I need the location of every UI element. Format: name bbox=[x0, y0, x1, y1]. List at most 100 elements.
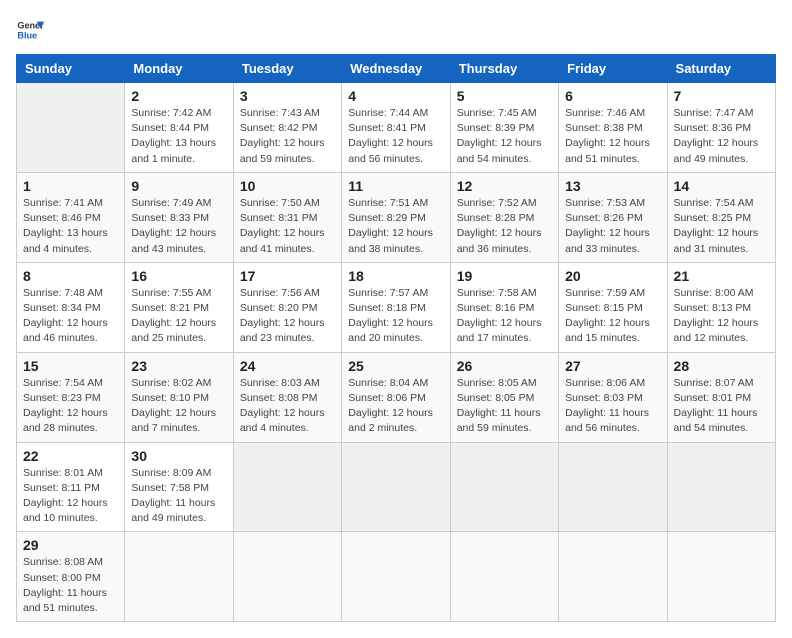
day-number: 14 bbox=[674, 178, 769, 194]
calendar-cell: 7 Sunrise: 7:47 AMSunset: 8:36 PMDaylight… bbox=[667, 83, 775, 173]
day-info: Sunrise: 7:49 AMSunset: 8:33 PMDaylight:… bbox=[131, 196, 226, 257]
calendar-week-row: 22Sunrise: 8:01 AMSunset: 8:11 PMDayligh… bbox=[17, 442, 776, 532]
day-info: Sunrise: 7:58 AMSunset: 8:16 PMDaylight:… bbox=[457, 286, 552, 347]
day-number: 12 bbox=[457, 178, 552, 194]
day-number: 28 bbox=[674, 358, 769, 374]
day-number: 7 bbox=[674, 88, 769, 104]
calendar-cell: 25 Sunrise: 8:04 AMSunset: 8:06 PMDayligh… bbox=[342, 352, 450, 442]
day-number: 26 bbox=[457, 358, 552, 374]
day-info: Sunrise: 7:41 AMSunset: 8:46 PMDaylight:… bbox=[23, 196, 118, 257]
day-number: 19 bbox=[457, 268, 552, 284]
logo: General Blue bbox=[16, 16, 48, 44]
day-number: 29 bbox=[23, 537, 118, 553]
calendar-cell: 28 Sunrise: 8:07 AMSunset: 8:01 PMDayligh… bbox=[667, 352, 775, 442]
calendar-week-row: 15 Sunrise: 7:54 AMSunset: 8:23 PMDayligh… bbox=[17, 352, 776, 442]
calendar-cell: 27Sunrise: 8:06 AMSunset: 8:03 PMDayligh… bbox=[559, 352, 667, 442]
header: General Blue bbox=[16, 16, 776, 44]
calendar-cell: 8 Sunrise: 7:48 AMSunset: 8:34 PMDaylight… bbox=[17, 262, 125, 352]
day-info: Sunrise: 7:48 AMSunset: 8:34 PMDaylight:… bbox=[23, 286, 118, 347]
header-tuesday: Tuesday bbox=[233, 55, 341, 83]
calendar-cell bbox=[17, 83, 125, 173]
calendar-cell: 20Sunrise: 7:59 AMSunset: 8:15 PMDayligh… bbox=[559, 262, 667, 352]
day-info: Sunrise: 8:04 AMSunset: 8:06 PMDaylight:… bbox=[348, 376, 443, 437]
day-info: Sunrise: 8:03 AMSunset: 8:08 PMDaylight:… bbox=[240, 376, 335, 437]
calendar-cell: 19 Sunrise: 7:58 AMSunset: 8:16 PMDayligh… bbox=[450, 262, 558, 352]
calendar-cell: 3Sunrise: 7:43 AMSunset: 8:42 PMDaylight… bbox=[233, 83, 341, 173]
calendar-cell: 6Sunrise: 7:46 AMSunset: 8:38 PMDaylight… bbox=[559, 83, 667, 173]
calendar-cell: 1 Sunrise: 7:41 AMSunset: 8:46 PMDaylight… bbox=[17, 172, 125, 262]
day-info: Sunrise: 7:51 AMSunset: 8:29 PMDaylight:… bbox=[348, 196, 443, 257]
calendar-week-row: 1 Sunrise: 7:41 AMSunset: 8:46 PMDaylight… bbox=[17, 172, 776, 262]
header-friday: Friday bbox=[559, 55, 667, 83]
day-number: 2 bbox=[131, 88, 226, 104]
calendar-cell bbox=[342, 442, 450, 532]
header-sunday: Sunday bbox=[17, 55, 125, 83]
day-number: 10 bbox=[240, 178, 335, 194]
day-info: Sunrise: 7:54 AMSunset: 8:23 PMDaylight:… bbox=[23, 376, 118, 437]
calendar-cell: 5Sunrise: 7:45 AMSunset: 8:39 PMDaylight… bbox=[450, 83, 558, 173]
day-info: Sunrise: 7:54 AMSunset: 8:25 PMDaylight:… bbox=[674, 196, 769, 257]
day-number: 23 bbox=[131, 358, 226, 374]
day-number: 24 bbox=[240, 358, 335, 374]
day-info: Sunrise: 7:44 AMSunset: 8:41 PMDaylight:… bbox=[348, 106, 443, 167]
day-info: Sunrise: 7:42 AMSunset: 8:44 PMDaylight:… bbox=[131, 106, 226, 167]
day-number: 17 bbox=[240, 268, 335, 284]
calendar-table: SundayMondayTuesdayWednesdayThursdayFrid… bbox=[16, 54, 776, 622]
calendar-week-row: 2 Sunrise: 7:42 AMSunset: 8:44 PMDaylight… bbox=[17, 83, 776, 173]
calendar-cell: 24 Sunrise: 8:03 AMSunset: 8:08 PMDayligh… bbox=[233, 352, 341, 442]
day-number: 5 bbox=[457, 88, 552, 104]
day-info: Sunrise: 8:09 AMSunset: 7:58 PMDaylight:… bbox=[131, 466, 226, 527]
day-number: 13 bbox=[565, 178, 660, 194]
calendar-cell: 16Sunrise: 7:55 AMSunset: 8:21 PMDayligh… bbox=[125, 262, 233, 352]
day-number: 25 bbox=[348, 358, 443, 374]
calendar-cell: 30 Sunrise: 8:09 AMSunset: 7:58 PMDayligh… bbox=[125, 442, 233, 532]
header-monday: Monday bbox=[125, 55, 233, 83]
day-number: 20 bbox=[565, 268, 660, 284]
day-info: Sunrise: 7:52 AMSunset: 8:28 PMDaylight:… bbox=[457, 196, 552, 257]
day-number: 30 bbox=[131, 448, 226, 464]
day-number: 18 bbox=[348, 268, 443, 284]
day-number: 1 bbox=[23, 178, 118, 194]
calendar-cell bbox=[450, 442, 558, 532]
calendar-cell bbox=[125, 532, 233, 622]
calendar-cell: 23Sunrise: 8:02 AMSunset: 8:10 PMDayligh… bbox=[125, 352, 233, 442]
day-number: 15 bbox=[23, 358, 118, 374]
calendar-cell: 9 Sunrise: 7:49 AMSunset: 8:33 PMDaylight… bbox=[125, 172, 233, 262]
calendar-cell: 14 Sunrise: 7:54 AMSunset: 8:25 PMDayligh… bbox=[667, 172, 775, 262]
day-info: Sunrise: 7:56 AMSunset: 8:20 PMDaylight:… bbox=[240, 286, 335, 347]
calendar-cell: 4 Sunrise: 7:44 AMSunset: 8:41 PMDaylight… bbox=[342, 83, 450, 173]
calendar-cell: 29 Sunrise: 8:08 AMSunset: 8:00 PMDayligh… bbox=[17, 532, 125, 622]
day-info: Sunrise: 7:53 AMSunset: 8:26 PMDaylight:… bbox=[565, 196, 660, 257]
calendar-cell bbox=[450, 532, 558, 622]
calendar-cell: 12 Sunrise: 7:52 AMSunset: 8:28 PMDayligh… bbox=[450, 172, 558, 262]
day-info: Sunrise: 8:07 AMSunset: 8:01 PMDaylight:… bbox=[674, 376, 769, 437]
day-info: Sunrise: 8:08 AMSunset: 8:00 PMDaylight:… bbox=[23, 555, 118, 616]
calendar-cell: 26Sunrise: 8:05 AMSunset: 8:05 PMDayligh… bbox=[450, 352, 558, 442]
day-number: 9 bbox=[131, 178, 226, 194]
calendar-cell: 18Sunrise: 7:57 AMSunset: 8:18 PMDayligh… bbox=[342, 262, 450, 352]
day-info: Sunrise: 7:46 AMSunset: 8:38 PMDaylight:… bbox=[565, 106, 660, 167]
calendar-cell: 15 Sunrise: 7:54 AMSunset: 8:23 PMDayligh… bbox=[17, 352, 125, 442]
calendar-week-row: 8 Sunrise: 7:48 AMSunset: 8:34 PMDaylight… bbox=[17, 262, 776, 352]
calendar-cell bbox=[559, 442, 667, 532]
calendar-cell bbox=[667, 442, 775, 532]
calendar-cell bbox=[667, 532, 775, 622]
calendar-cell bbox=[233, 442, 341, 532]
calendar-cell: 11 Sunrise: 7:51 AMSunset: 8:29 PMDayligh… bbox=[342, 172, 450, 262]
day-info: Sunrise: 7:50 AMSunset: 8:31 PMDaylight:… bbox=[240, 196, 335, 257]
day-number: 11 bbox=[348, 178, 443, 194]
calendar-cell bbox=[342, 532, 450, 622]
header-saturday: Saturday bbox=[667, 55, 775, 83]
day-info: Sunrise: 7:43 AMSunset: 8:42 PMDaylight:… bbox=[240, 106, 335, 167]
header-wednesday: Wednesday bbox=[342, 55, 450, 83]
calendar-cell bbox=[233, 532, 341, 622]
day-number: 4 bbox=[348, 88, 443, 104]
calendar-cell: 21Sunrise: 8:00 AMSunset: 8:13 PMDayligh… bbox=[667, 262, 775, 352]
day-info: Sunrise: 8:06 AMSunset: 8:03 PMDaylight:… bbox=[565, 376, 660, 437]
svg-text:Blue: Blue bbox=[17, 30, 37, 40]
calendar-cell: 17 Sunrise: 7:56 AMSunset: 8:20 PMDayligh… bbox=[233, 262, 341, 352]
calendar-cell: 13 Sunrise: 7:53 AMSunset: 8:26 PMDayligh… bbox=[559, 172, 667, 262]
day-info: Sunrise: 8:01 AMSunset: 8:11 PMDaylight:… bbox=[23, 466, 118, 527]
day-number: 8 bbox=[23, 268, 118, 284]
day-info: Sunrise: 7:47 AMSunset: 8:36 PMDaylight:… bbox=[674, 106, 769, 167]
